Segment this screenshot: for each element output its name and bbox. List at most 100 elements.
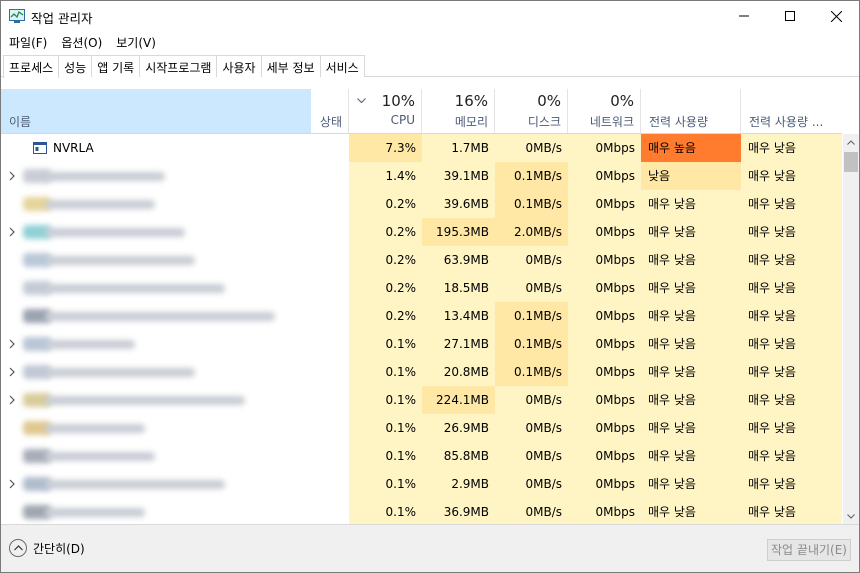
close-button[interactable]	[813, 1, 859, 31]
blurred-process-name	[45, 228, 185, 237]
maximize-button[interactable]	[767, 1, 813, 31]
process-row[interactable]: 0.1% 27.1MB 0.1MB/s 0Mbps 매우 낮음 매우 낮음	[1, 330, 842, 358]
process-row[interactable]: 0.2% 18.5MB 0MB/s 0Mbps 매우 낮음 매우 낮음	[1, 274, 842, 302]
process-row[interactable]: 0.2% 63.9MB 0MB/s 0Mbps 매우 낮음 매우 낮음	[1, 246, 842, 274]
chevron-right-icon[interactable]	[7, 338, 19, 350]
cpu-total-percent: 10%	[381, 92, 415, 110]
cpu-cell: 0.2%	[349, 218, 422, 246]
window-title: 작업 관리자	[31, 11, 93, 26]
minimize-icon	[739, 15, 749, 17]
power-cell: 매우 낮음	[641, 414, 741, 442]
power-cell: 매우 낮음	[641, 442, 741, 470]
menu-view[interactable]: 보기(V)	[108, 31, 162, 53]
memory-cell: 13.4MB	[422, 302, 495, 330]
column-header-network[interactable]: 0% 네트워크	[568, 89, 641, 133]
scroll-up-button[interactable]	[843, 134, 859, 150]
memory-cell: 27.1MB	[422, 330, 495, 358]
column-cpu-label: CPU	[390, 113, 415, 127]
process-row[interactable]: 0.2% 39.6MB 0.1MB/s 0Mbps 매우 낮음 매우 낮음	[1, 190, 842, 218]
blurred-process-name	[45, 508, 145, 517]
column-name-label: 이름	[9, 115, 32, 129]
column-power-label: 전력 사용량	[649, 115, 709, 129]
fewer-details-label: 간단히(D)	[33, 541, 85, 556]
tab-startup[interactable]: 시작프로그램	[139, 55, 218, 77]
fewer-details-button[interactable]: 간단히(D)	[9, 539, 85, 557]
process-row[interactable]: 1.4% 39.1MB 0.1MB/s 0Mbps 낮음 매우 낮음	[1, 162, 842, 190]
blurred-process-name	[45, 452, 155, 461]
close-icon	[830, 10, 842, 22]
column-header-disk[interactable]: 0% 디스크	[495, 89, 568, 133]
disk-cell: 0MB/s	[495, 414, 568, 442]
network-cell: 0Mbps	[568, 134, 641, 162]
tab-details[interactable]: 세부 정보	[260, 55, 321, 77]
process-row[interactable]: 0.1% 20.8MB 0.1MB/s 0Mbps 매우 낮음 매우 낮음	[1, 358, 842, 386]
memory-cell: 224.1MB	[422, 386, 495, 414]
memory-cell: 36.9MB	[422, 498, 495, 524]
menu-file[interactable]: 파일(F)	[1, 31, 53, 53]
process-row[interactable]: 0.2% 195.3MB 2.0MB/s 0Mbps 매우 낮음 매우 낮음	[1, 218, 842, 246]
tab-users[interactable]: 사용자	[216, 55, 262, 77]
process-list: NVRLA 7.3% 1.7MB 0MB/s 0Mbps 매우 높음 매우 낮음 1.4% 39…	[1, 134, 842, 524]
column-header-cpu[interactable]: 10% CPU	[349, 89, 422, 133]
disk-cell: 0.1MB/s	[495, 358, 568, 386]
power-cell: 매우 낮음	[641, 302, 741, 330]
tab-services[interactable]: 서비스	[319, 55, 365, 77]
chevron-right-icon[interactable]	[7, 366, 19, 378]
tab-processes[interactable]: 프로세스	[3, 55, 60, 78]
cpu-cell: 0.1%	[349, 358, 422, 386]
column-header-power[interactable]: 전력 사용량	[641, 89, 741, 133]
scrollbar-thumb[interactable]	[844, 152, 858, 172]
power-cell: 매우 낮음	[641, 274, 741, 302]
cpu-cell: 7.3%	[349, 134, 422, 162]
network-cell: 0Mbps	[568, 330, 641, 358]
disk-total-percent: 0%	[537, 92, 561, 110]
tab-bar: 프로세스 성능 앱 기록 시작프로그램 사용자 세부 정보 서비스	[1, 54, 859, 78]
vertical-scrollbar[interactable]	[843, 134, 859, 524]
minimize-button[interactable]	[721, 1, 767, 31]
process-row[interactable]: NVRLA 7.3% 1.7MB 0MB/s 0Mbps 매우 높음 매우 낮음	[1, 134, 842, 162]
memory-cell: 85.8MB	[422, 442, 495, 470]
column-header-power-trend[interactable]: 전력 사용량 ...	[741, 89, 842, 133]
process-row[interactable]: 0.1% 2.9MB 0MB/s 0Mbps 매우 낮음 매우 낮음	[1, 470, 842, 498]
chevron-right-icon[interactable]	[7, 394, 19, 406]
process-row[interactable]: 0.1% 26.9MB 0MB/s 0Mbps 매우 낮음 매우 낮음	[1, 414, 842, 442]
maximize-icon	[785, 11, 795, 21]
power-trend-cell: 매우 낮음	[741, 358, 842, 386]
tab-app-history[interactable]: 앱 기록	[91, 55, 141, 77]
process-row[interactable]: 0.1% 85.8MB 0MB/s 0Mbps 매우 낮음 매우 낮음	[1, 442, 842, 470]
chevron-right-icon[interactable]	[7, 226, 19, 238]
blurred-process-name	[45, 340, 135, 349]
process-row[interactable]: 0.2% 13.4MB 0.1MB/s 0Mbps 매우 낮음 매우 낮음	[1, 302, 842, 330]
power-cell: 매우 낮음	[641, 358, 741, 386]
cpu-cell: 0.2%	[349, 274, 422, 302]
column-header-memory[interactable]: 16% 메모리	[422, 89, 495, 133]
scroll-down-button[interactable]	[843, 508, 859, 524]
menu-bar: 파일(F) 옵션(O) 보기(V)	[1, 31, 859, 53]
menu-options[interactable]: 옵션(O)	[53, 31, 108, 53]
blurred-process-name	[45, 284, 225, 293]
tab-performance[interactable]: 성능	[58, 55, 93, 77]
power-trend-cell: 매우 낮음	[741, 190, 842, 218]
chevron-right-icon[interactable]	[7, 478, 19, 490]
cpu-cell: 0.2%	[349, 302, 422, 330]
disk-cell: 0MB/s	[495, 498, 568, 524]
blurred-process-name	[45, 396, 245, 405]
process-row[interactable]: 0.1% 36.9MB 0MB/s 0Mbps 매우 낮음 매우 낮음	[1, 498, 842, 524]
process-row[interactable]: 0.1% 224.1MB 0MB/s 0Mbps 매우 낮음 매우 낮음	[1, 386, 842, 414]
disk-cell: 0.1MB/s	[495, 190, 568, 218]
sort-chevron-down-icon	[357, 93, 366, 107]
column-header-status[interactable]: 상태	[311, 89, 349, 133]
column-header-name[interactable]: 이름	[1, 89, 311, 133]
end-task-button[interactable]: 작업 끝내기(E)	[767, 539, 851, 561]
cpu-cell: 0.1%	[349, 330, 422, 358]
disk-cell: 0MB/s	[495, 246, 568, 274]
process-name: NVRLA	[53, 141, 94, 155]
network-cell: 0Mbps	[568, 162, 641, 190]
power-trend-cell: 매우 낮음	[741, 386, 842, 414]
chevron-right-icon[interactable]	[7, 170, 19, 182]
column-memory-label: 메모리	[454, 115, 488, 129]
cpu-cell: 0.1%	[349, 386, 422, 414]
power-cell: 매우 낮음	[641, 498, 741, 524]
title-bar[interactable]: 작업 관리자	[1, 1, 859, 31]
task-manager-window: 작업 관리자 파일(F) 옵션(O) 보기(V) 프로세스 성능 앱 기록 시작…	[0, 0, 860, 573]
